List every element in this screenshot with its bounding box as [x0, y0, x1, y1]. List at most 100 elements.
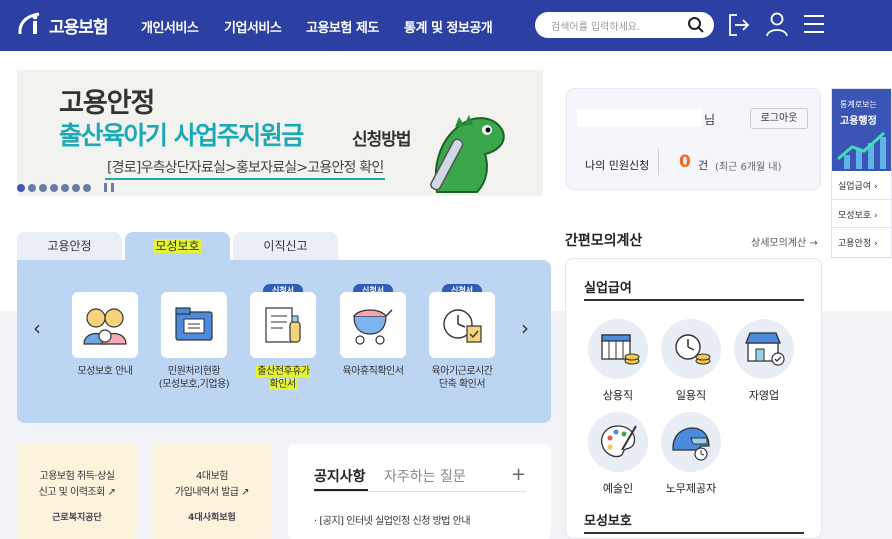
banner-line1: 고용안정: [59, 88, 155, 119]
calc-artist[interactable]: [588, 412, 648, 472]
service-maternity-guide[interactable]: [72, 292, 138, 358]
pause-icon[interactable]: [104, 183, 107, 192]
shortcut-title: 고용보험 취득·상실 신고 및 이력조회 ↗: [38, 471, 116, 498]
clock-coins-icon: [675, 334, 711, 365]
side-item-maternity[interactable]: 모성보호 ›: [838, 208, 878, 221]
service-maternity-leave-confirm[interactable]: [250, 292, 316, 358]
calc-label: 자영업: [748, 389, 780, 402]
name-suffix: 님: [704, 113, 716, 127]
calc-self-employed[interactable]: [734, 319, 794, 379]
tab-faq[interactable]: 자주하는 질문: [384, 466, 466, 486]
search-input[interactable]: 검색어를 입력하세요.: [551, 18, 640, 33]
page-dot[interactable]: [39, 183, 47, 192]
login-icon[interactable]: [728, 13, 750, 37]
tab-label: 고용안정: [47, 239, 92, 253]
page-dot[interactable]: [50, 183, 58, 192]
calc-label: 노무제공자: [665, 482, 717, 495]
side-item-stability[interactable]: 고용안정 ›: [838, 236, 878, 249]
shortcut-4insurance[interactable]: 4대보험 가입내역서 발급 ↗ 4대사회보험: [152, 444, 272, 539]
count-unit: 건: [698, 159, 709, 172]
tab-employment-stability[interactable]: 고용안정: [17, 232, 122, 261]
detailed-calc-link[interactable]: 상세모의계산 →: [751, 234, 818, 249]
stats-banner-title: 고용행정: [840, 116, 877, 127]
notice-panel: 공지사항 자주하는 질문 + · [공지] 인터넷 실업인정 신청 방법 안내: [288, 444, 551, 539]
notice-item[interactable]: · [공지] 인터넷 실업인정 신청 방법 안내: [314, 512, 471, 527]
tab-notice[interactable]: 공지사항: [314, 466, 366, 486]
page-dot[interactable]: [61, 183, 69, 192]
section-underline: [584, 532, 804, 534]
service-panel: ‹ › 모성보호 안내 민원처리현황 (모성보호,기업용) 신청서 출산전후휴가…: [17, 260, 551, 423]
menu-icon[interactable]: [803, 14, 825, 34]
folder-icon: [175, 307, 213, 341]
helmet-icon: [672, 427, 710, 461]
calc-title: 간편모의계산: [565, 233, 643, 249]
user-name: [577, 109, 702, 127]
calc-daily-worker[interactable]: [661, 319, 721, 379]
nav-statistics[interactable]: 통계 및 정보공개: [404, 17, 493, 36]
calc-label: 상용직: [602, 389, 634, 402]
palette-icon: [600, 425, 637, 458]
divider: [832, 227, 891, 228]
calc-regular-worker[interactable]: [588, 319, 648, 379]
next-arrow-icon[interactable]: ›: [521, 316, 529, 340]
banner-line2: 출산육아기 사업주지원금: [59, 121, 304, 150]
clock-document-icon: [443, 309, 482, 343]
promo-banner[interactable]: 고용안정 출산육아기 사업주지원금 신청방법 [경로]우측상단자료실>홍보자료실…: [17, 70, 543, 196]
stats-banner-small: 통계로보는: [840, 100, 877, 109]
tab-maternity[interactable]: 모성보호: [125, 232, 230, 261]
stroller-icon: [353, 309, 393, 345]
my-requests-count[interactable]: 0: [679, 152, 691, 172]
service-parental-leave-confirm[interactable]: [340, 292, 406, 358]
service-label: 민원처리현황 (모성보호,기업용): [158, 366, 230, 390]
store-icon: [745, 332, 785, 366]
pause-icon[interactable]: [111, 183, 114, 192]
section-maternity: 모성보호: [584, 514, 632, 529]
search-icon[interactable]: [687, 16, 705, 34]
logo-text: 고용보험: [49, 17, 109, 38]
banner-line2-suffix: 신청방법: [352, 130, 412, 150]
nav-business[interactable]: 기업서비스: [224, 17, 282, 36]
user-icon[interactable]: [765, 11, 789, 37]
logout-button[interactable]: 로그아웃: [750, 108, 808, 129]
shortcut-brand: 근로복지공단: [52, 513, 102, 523]
divider: [314, 491, 526, 492]
service-label: 모성보호 안내: [77, 366, 133, 377]
shortcut-title: 4대보험 가입내역서 발급 ↗: [174, 471, 250, 498]
shortcut-insurance-history[interactable]: 고용보험 취득·상실 신고 및 이력조회 ↗ 근로복지공단: [17, 444, 137, 539]
site-logo[interactable]: 고용보험: [17, 9, 117, 41]
side-item-unemployment[interactable]: 실업급여 ›: [838, 179, 878, 192]
stats-banner[interactable]: 통계로보는 고용행정: [832, 89, 891, 171]
logo-icon: [18, 12, 40, 35]
nav-system[interactable]: 고용보험 제도: [306, 17, 379, 36]
service-label-text: 출산전후휴가 확인서: [256, 366, 310, 390]
tab-job-change[interactable]: 이직신고: [233, 232, 338, 261]
page-dot[interactable]: [28, 183, 36, 192]
service-label: 출산전후휴가 확인서: [233, 365, 333, 391]
document-bottle-icon: [265, 307, 301, 343]
calc-label: 예술인: [602, 482, 634, 495]
calc-label: 일용직: [675, 389, 707, 402]
service-label: 육아기근로시간 단축 확인서: [431, 366, 493, 390]
page-dot[interactable]: [83, 183, 91, 192]
calc-platform-worker[interactable]: [661, 412, 721, 472]
service-reduced-hours-confirm[interactable]: [429, 292, 495, 358]
service-label: 육아휴직확인서: [342, 366, 404, 377]
tab-label: 이직신고: [263, 239, 308, 253]
banner-pagination[interactable]: [17, 183, 114, 192]
active-tab-underline: [314, 489, 368, 491]
my-requests-label: 나의 민원신청: [585, 159, 650, 172]
divider: [832, 199, 891, 200]
page-dot[interactable]: [17, 183, 25, 192]
page-dot[interactable]: [72, 183, 80, 192]
prev-arrow-icon[interactable]: ‹: [33, 316, 41, 340]
section-unemployment: 실업급여: [584, 281, 632, 296]
calendar-coins-icon: [601, 334, 640, 365]
user-panel: 님 로그아웃 나의 민원신청 0 건 (최근 6개월 내): [566, 88, 821, 190]
nav-personal[interactable]: 개인서비스: [141, 17, 199, 36]
dinosaur-mascot-icon: [430, 115, 505, 193]
divider: [658, 149, 659, 175]
more-plus-icon[interactable]: +: [511, 464, 526, 485]
service-status[interactable]: [161, 292, 227, 358]
search-box[interactable]: 검색어를 입력하세요.: [535, 12, 714, 38]
section-underline: [584, 299, 804, 301]
